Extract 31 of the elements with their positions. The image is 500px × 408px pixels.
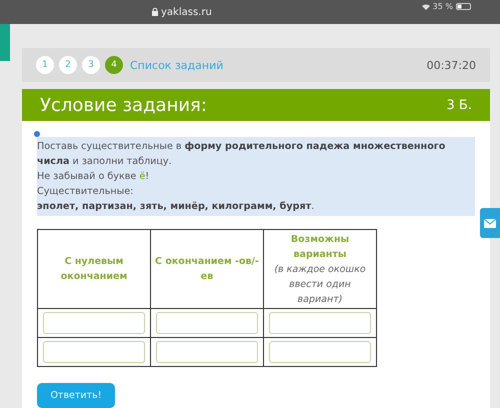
mail-icon (484, 218, 496, 228)
answer-field[interactable] (156, 341, 258, 363)
instruction-text: Не забывай о букве ё! (37, 170, 150, 184)
battery-percent: 35 % (432, 2, 453, 11)
answer-field[interactable] (156, 312, 258, 334)
column-header: Возможны варианты (в каждое окошко ввести один вариант) (264, 230, 376, 308)
instruction-text: Существительные: (37, 185, 134, 199)
instruction-text: эполет, партизан, зять, минёр, килограмм, бурят. (37, 200, 316, 214)
step-button[interactable]: 4 (105, 56, 123, 74)
step-button[interactable]: 3 (82, 56, 100, 74)
instruction-text: Поставь существительные в форму родительного падежа множественного числа и заполни таблицу. (37, 140, 446, 169)
answer-field[interactable] (43, 312, 145, 334)
answer-field[interactable] (269, 312, 371, 334)
column-header: С нулевым окончанием (38, 230, 150, 308)
answer-field[interactable] (43, 341, 145, 363)
answer-field[interactable] (269, 341, 371, 363)
column-header: С окончанием -ов/-ев (150, 230, 264, 308)
wifi-icon (422, 4, 430, 10)
step-button[interactable]: 1 (36, 56, 54, 74)
task-list-link[interactable]: Список заданий (130, 58, 224, 72)
battery-icon (456, 3, 472, 10)
step-button[interactable]: 2 (59, 56, 77, 74)
submit-button[interactable]: Ответить! (37, 383, 115, 408)
feedback-tab[interactable] (480, 208, 500, 238)
points: 3 Б. (446, 98, 472, 112)
lock-icon (152, 8, 158, 16)
side-strip (0, 24, 10, 61)
url-text[interactable]: yaklass.ru (161, 6, 212, 18)
task-title: Условие задания: (40, 94, 207, 116)
timer: 00:37:20 (426, 58, 476, 72)
selection-handle[interactable] (34, 131, 40, 137)
